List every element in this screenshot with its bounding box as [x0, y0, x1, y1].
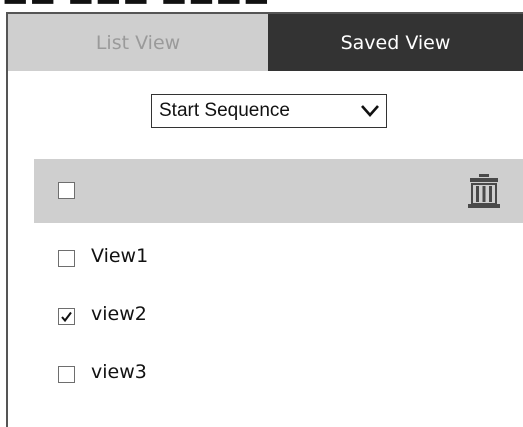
- view-tabs: List View Saved View: [8, 14, 523, 71]
- start-sequence-select-value: Start Sequence: [159, 100, 290, 121]
- view-checkbox[interactable]: [58, 250, 75, 267]
- view-checkbox[interactable]: [58, 308, 75, 325]
- saved-views-screen: ▬▬ ▬▬▬ ▬▬▬▬ List View Saved View Start S…: [0, 0, 523, 427]
- view-label[interactable]: view2: [91, 303, 147, 325]
- tab-saved-view[interactable]: Saved View: [268, 14, 523, 71]
- trash-icon[interactable]: [466, 172, 502, 210]
- views-panel: List View Saved View Start Sequence View…: [6, 12, 523, 427]
- chevron-down-icon: [361, 105, 379, 117]
- checkmark-icon: [61, 311, 72, 323]
- list-item[interactable]: view2: [34, 288, 523, 346]
- select-all-checkbox[interactable]: [58, 182, 75, 199]
- view-label[interactable]: view3: [91, 361, 147, 383]
- list-item[interactable]: view3: [34, 346, 523, 404]
- saved-views-list-header: [34, 159, 523, 223]
- view-checkbox[interactable]: [58, 366, 75, 383]
- list-item[interactable]: View1: [34, 230, 523, 288]
- clipped-heading: ▬▬ ▬▬▬ ▬▬▬▬: [0, 0, 523, 11]
- start-sequence-select[interactable]: Start Sequence: [151, 94, 387, 128]
- tab-list-view[interactable]: List View: [8, 14, 268, 71]
- view-label[interactable]: View1: [91, 245, 148, 267]
